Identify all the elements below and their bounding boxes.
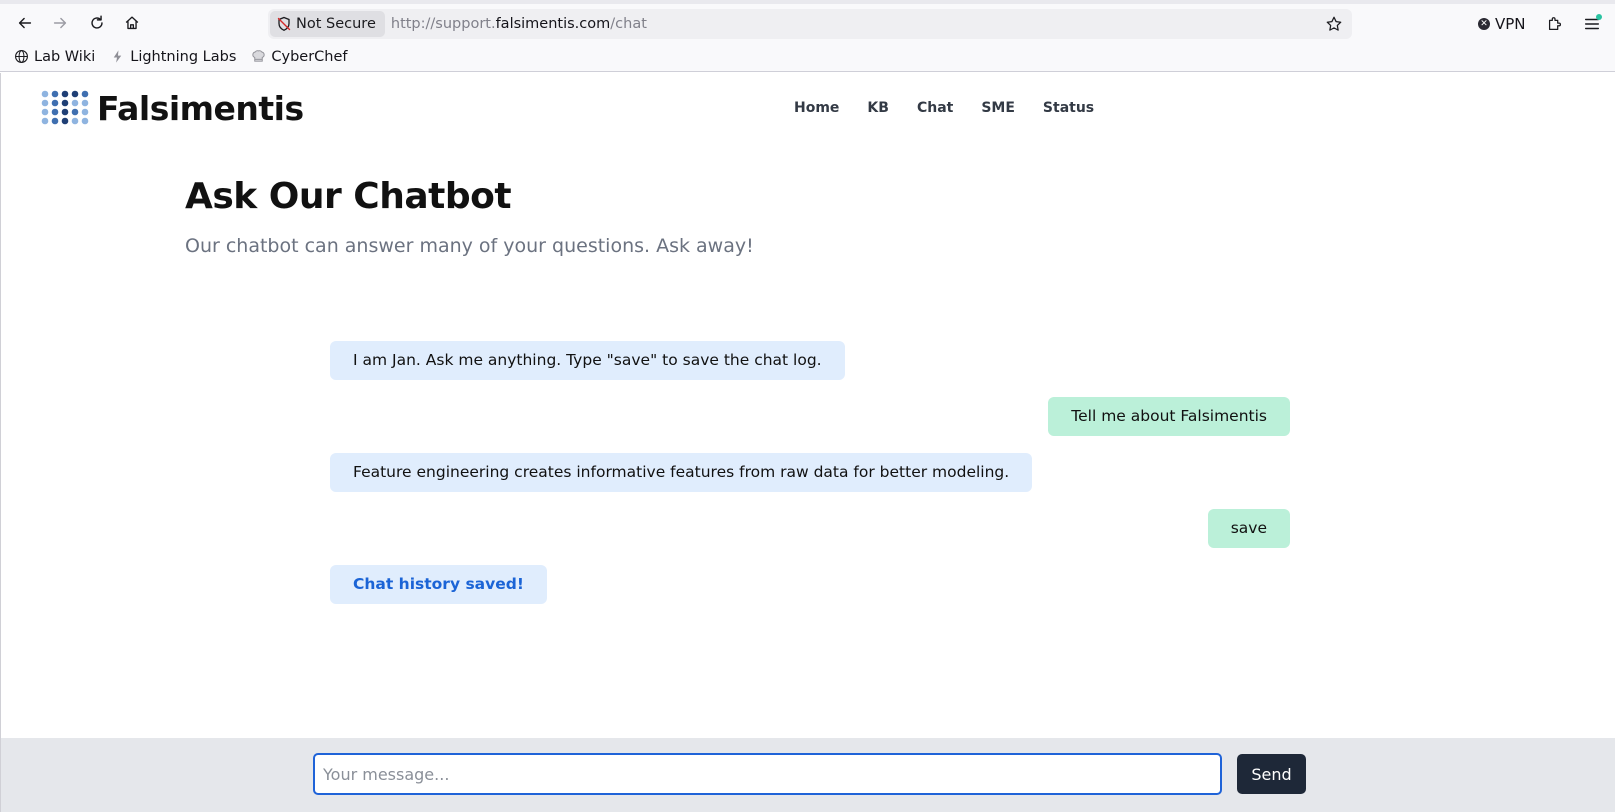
user-message: Tell me about Falsimentis bbox=[1048, 397, 1290, 436]
nav-home[interactable]: Home bbox=[794, 100, 839, 116]
bookmark-label: CyberChef bbox=[271, 48, 348, 65]
vpn-status-icon: ✕ bbox=[1478, 18, 1490, 30]
logo-dots-icon bbox=[41, 90, 89, 124]
system-message: Chat history saved! bbox=[330, 565, 547, 604]
site-header: Falsimentis Home KB Chat SME Status bbox=[1, 73, 1615, 147]
site-nav: Home KB Chat SME Status bbox=[794, 100, 1122, 116]
home-icon bbox=[125, 16, 139, 30]
nav-chat[interactable]: Chat bbox=[917, 100, 953, 116]
lightning-icon bbox=[109, 49, 125, 65]
forward-button[interactable] bbox=[45, 8, 75, 38]
bookmark-cyberchef[interactable]: CyberChef bbox=[250, 48, 348, 65]
page-title: Ask Our Chatbot bbox=[185, 176, 512, 217]
bookmarks-bar: Lab Wiki Lightning Labs CyberChef bbox=[0, 42, 1615, 72]
url-text: http://support.falsimentis.com/chat bbox=[391, 16, 647, 32]
bookmark-star-button[interactable] bbox=[1324, 14, 1344, 34]
back-button[interactable] bbox=[10, 8, 40, 38]
security-indicator[interactable]: Not Secure bbox=[270, 11, 385, 37]
chat-message-row: Feature engineering creates informative … bbox=[330, 453, 1290, 492]
arrow-left-icon bbox=[18, 17, 32, 29]
vpn-label: VPN bbox=[1495, 15, 1526, 33]
reload-icon bbox=[91, 15, 103, 29]
chat-message-row: Tell me about Falsimentis bbox=[330, 397, 1290, 436]
chat-message-row: I am Jan. Ask me anything. Type "save" t… bbox=[330, 341, 1290, 380]
bot-message: I am Jan. Ask me anything. Type "save" t… bbox=[330, 341, 845, 380]
url-host: falsimentis.com bbox=[495, 16, 611, 32]
chat-log: I am Jan. Ask me anything. Type "save" t… bbox=[330, 341, 1290, 621]
browser-toolbar: Not Secure http://support.falsimentis.co… bbox=[0, 4, 1615, 42]
message-input[interactable] bbox=[313, 753, 1222, 795]
arrow-right-icon bbox=[53, 17, 67, 29]
site-logo[interactable]: Falsimentis bbox=[41, 89, 304, 128]
nav-status[interactable]: Status bbox=[1043, 100, 1094, 116]
extensions-button[interactable] bbox=[1544, 13, 1566, 35]
security-label: Not Secure bbox=[296, 16, 376, 32]
app-menu-button[interactable] bbox=[1581, 13, 1603, 35]
chef-hat-icon bbox=[250, 49, 266, 65]
bot-message: Feature engineering creates informative … bbox=[330, 453, 1033, 492]
star-icon bbox=[1326, 16, 1342, 31]
bookmark-label: Lightning Labs bbox=[130, 48, 237, 65]
message-composer: Send bbox=[1, 738, 1615, 812]
logo-text: Falsimentis bbox=[97, 89, 304, 128]
user-message: save bbox=[1207, 509, 1290, 548]
url-path: /chat bbox=[610, 16, 647, 32]
send-button[interactable]: Send bbox=[1237, 754, 1306, 794]
page-subtitle: Our chatbot can answer many of your ques… bbox=[185, 235, 754, 257]
bookmark-label: Lab Wiki bbox=[34, 48, 96, 65]
puzzle-icon bbox=[1548, 17, 1561, 31]
url-scheme: http://support. bbox=[390, 16, 496, 32]
chat-message-row: Chat history saved! bbox=[330, 565, 1290, 604]
shield-slash-icon bbox=[277, 16, 291, 32]
page-viewport: Falsimentis Home KB Chat SME Status Ask … bbox=[0, 73, 1615, 812]
chat-message-row: save bbox=[330, 509, 1290, 548]
nav-sme[interactable]: SME bbox=[981, 100, 1015, 116]
home-button[interactable] bbox=[117, 8, 147, 38]
globe-icon bbox=[13, 49, 29, 65]
reload-button[interactable] bbox=[82, 8, 112, 38]
nav-kb[interactable]: KB bbox=[867, 100, 889, 116]
vpn-button[interactable]: ✕ VPN bbox=[1478, 13, 1526, 35]
bookmark-lab-wiki[interactable]: Lab Wiki bbox=[13, 49, 95, 65]
update-badge bbox=[1596, 14, 1602, 20]
address-bar[interactable]: Not Secure http://support.falsimentis.co… bbox=[268, 9, 1352, 39]
bookmark-lightning-labs[interactable]: Lightning Labs bbox=[109, 49, 236, 65]
